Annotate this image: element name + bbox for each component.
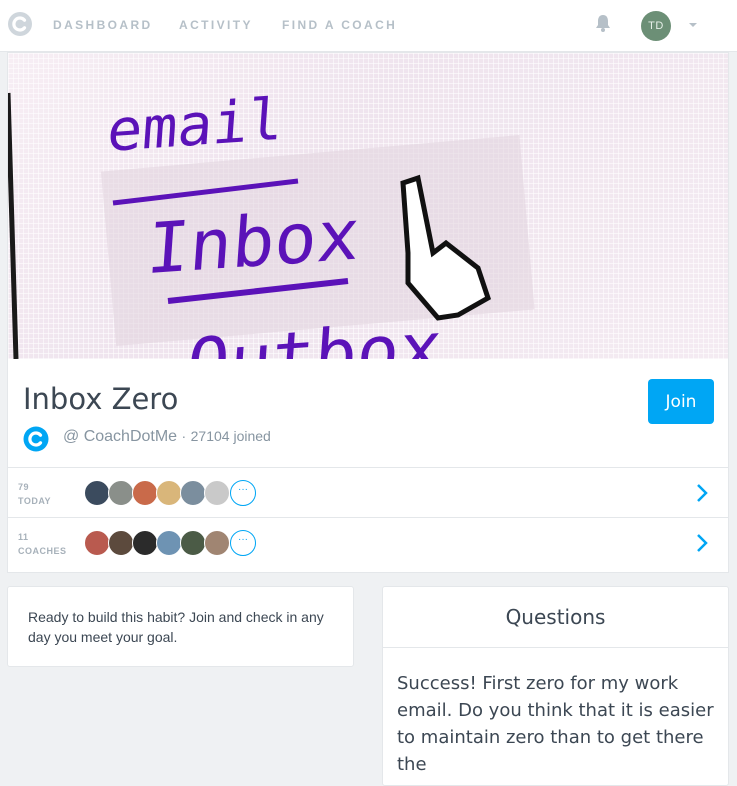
join-prompt-box: Ready to build this habit? Join and chec… xyxy=(7,586,354,667)
plan-card: email Inbox Outbox Inbox Zero @ CoachDot… xyxy=(7,52,729,573)
nav-activity[interactable]: ACTIVITY xyxy=(179,18,253,32)
joined-count: 27104 joined xyxy=(190,428,271,444)
avatar[interactable] xyxy=(132,530,158,556)
chevron-down-icon[interactable] xyxy=(688,21,698,29)
plan-owner: @ CoachDotMe · 27104 joined xyxy=(63,428,271,446)
hero-word-email: email xyxy=(104,84,286,166)
owner-handle[interactable]: @ CoachDotMe xyxy=(63,428,177,445)
coaches-count-block: 11 COACHES xyxy=(18,530,67,558)
top-nav: DASHBOARD ACTIVITY FIND A COACH TD xyxy=(0,0,737,52)
coachme-logo-icon[interactable] xyxy=(7,11,33,37)
avatar[interactable] xyxy=(156,530,182,556)
avatar[interactable] xyxy=(108,480,134,506)
avatar[interactable] xyxy=(180,480,206,506)
nav-find-a-coach[interactable]: FIND A COACH xyxy=(282,18,397,32)
chevron-right-icon[interactable] xyxy=(696,533,708,553)
avatar[interactable] xyxy=(204,480,230,506)
avatar[interactable] xyxy=(108,530,134,556)
questions-heading: Questions xyxy=(383,587,728,648)
today-count-block: 79 TODAY xyxy=(18,480,51,508)
avatar[interactable] xyxy=(132,480,158,506)
avatar[interactable] xyxy=(84,480,110,506)
today-count: 79 xyxy=(18,482,30,492)
coaches-row[interactable]: 11 COACHES ··· xyxy=(8,517,728,568)
coaches-count: 11 xyxy=(18,532,29,542)
join-prompt-text: Ready to build this habit? Join and chec… xyxy=(28,609,324,645)
more-coaches-button[interactable]: ··· xyxy=(230,530,256,556)
questions-panel: Questions Success! First zero for my wor… xyxy=(382,586,729,786)
today-label: TODAY xyxy=(18,496,52,506)
avatar[interactable] xyxy=(156,480,182,506)
hero-image: email Inbox Outbox xyxy=(8,53,728,359)
hero-word-inbox: Inbox xyxy=(144,193,363,291)
user-avatar[interactable]: TD xyxy=(641,11,671,41)
today-row[interactable]: 79 TODAY ··· xyxy=(8,467,728,518)
chevron-right-icon[interactable] xyxy=(696,483,708,503)
avatar[interactable] xyxy=(180,530,206,556)
coachme-owner-icon[interactable] xyxy=(23,426,49,452)
coaches-label: COACHES xyxy=(18,546,67,556)
nav-dashboard[interactable]: DASHBOARD xyxy=(53,18,153,32)
owner-separator: · xyxy=(181,428,187,444)
plan-title: Inbox Zero xyxy=(23,382,179,416)
avatar[interactable] xyxy=(84,530,110,556)
question-text[interactable]: Success! First zero for my work email. D… xyxy=(383,648,728,778)
bell-icon[interactable] xyxy=(593,13,613,33)
avatar[interactable] xyxy=(204,530,230,556)
more-avatars-button[interactable]: ··· xyxy=(230,480,256,506)
join-button[interactable]: Join xyxy=(648,379,714,424)
